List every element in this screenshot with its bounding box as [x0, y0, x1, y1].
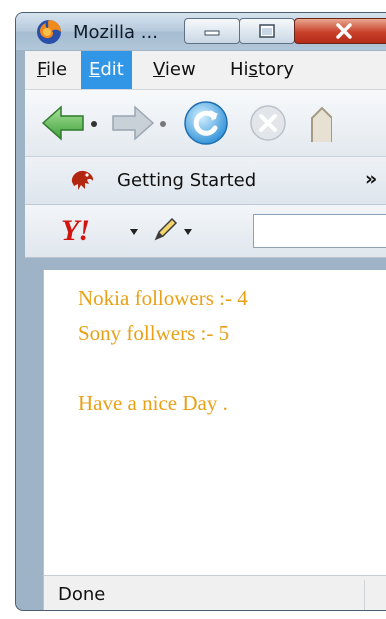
pencil-dropdown-icon[interactable]: [183, 228, 193, 236]
getting-started-bookmark-icon: [71, 170, 94, 190]
navigation-toolbar: [25, 90, 386, 157]
forward-dropdown-icon[interactable]: [158, 120, 168, 128]
menu-history-prefix: Hi: [230, 59, 249, 80]
bookmarks-toolbar: Getting Started »: [25, 157, 386, 205]
menu-history-mnemonic: s: [248, 59, 258, 80]
yahoo-search-input[interactable]: [253, 214, 386, 248]
stop-icon: [250, 105, 286, 141]
pencil-icon[interactable]: [150, 215, 180, 245]
minimize-icon: [204, 30, 220, 36]
yahoo-dropdown-icon[interactable]: [129, 228, 139, 236]
firefox-icon: [37, 20, 61, 44]
greeting-text: Have a nice Day .: [78, 391, 228, 415]
status-text: Done: [58, 584, 106, 605]
forward-arrow-icon: [112, 105, 155, 141]
nokia-followers-text: Nokia followers :- 4: [78, 286, 248, 310]
menu-history-label: tory: [257, 59, 295, 80]
menu-edit-mnemonic: E: [89, 59, 101, 80]
menu-edit-label: dit: [100, 59, 124, 80]
page-content: Nokia followers :- 4 Sony follwers :- 5 …: [43, 270, 386, 575]
menu-file[interactable]: File: [29, 51, 75, 89]
bookmarks-overflow-chevron[interactable]: »: [365, 168, 377, 190]
minimize-button[interactable]: [184, 18, 240, 44]
reload-icon[interactable]: [183, 100, 229, 146]
menu-history[interactable]: History: [222, 51, 302, 89]
sony-followers-text: Sony follwers :- 5: [78, 321, 230, 345]
menu-bar: File Edit View History: [25, 51, 386, 90]
home-icon[interactable]: [308, 104, 332, 142]
window-title: Mozilla ...: [73, 22, 158, 43]
maximize-button[interactable]: [239, 18, 295, 44]
menu-view[interactable]: View: [145, 51, 204, 89]
browser-window: Mozilla ... File Edit View History Getti…: [15, 12, 386, 611]
menu-view-mnemonic: V: [153, 59, 165, 80]
yahoo-logo[interactable]: Y!: [61, 214, 90, 248]
menu-file-mnemonic: F: [37, 59, 47, 80]
back-dropdown-icon[interactable]: [89, 120, 99, 128]
close-icon: [336, 23, 352, 39]
status-bar: Done: [43, 575, 386, 610]
close-button[interactable]: [294, 18, 386, 44]
menu-edit[interactable]: Edit: [81, 51, 132, 89]
menu-file-label: ile: [46, 59, 68, 80]
bookmark-getting-started[interactable]: Getting Started: [117, 170, 256, 191]
maximize-icon: [259, 24, 275, 38]
menu-view-label: iew: [164, 59, 196, 80]
yahoo-toolbar: Y!: [25, 205, 386, 258]
title-bar[interactable]: Mozilla ...: [16, 13, 386, 50]
status-separator: [364, 580, 365, 610]
back-arrow-icon[interactable]: [41, 104, 85, 142]
